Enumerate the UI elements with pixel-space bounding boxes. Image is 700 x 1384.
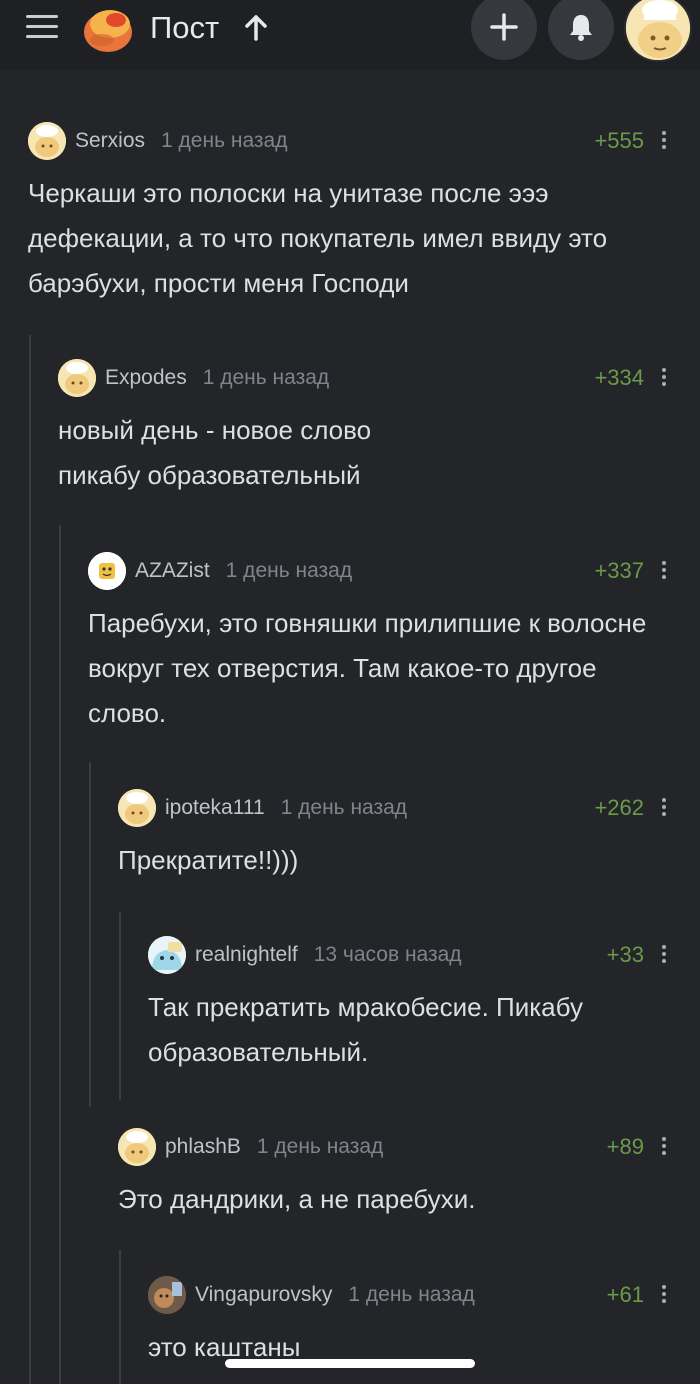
thread-line[interactable]: [119, 912, 121, 1100]
timestamp: 1 день назад: [161, 129, 288, 152]
comment-text[interactable]: новый день - новое слово пикабу образова…: [58, 408, 662, 498]
username[interactable]: realnightelf: [195, 943, 298, 967]
comment-text[interactable]: Черкаши это полоски на унитазе после эээ…: [28, 171, 648, 306]
avatar[interactable]: [88, 552, 126, 590]
comment-header: Expodes 1 день назад +334: [58, 358, 666, 398]
username[interactable]: Expodes: [105, 366, 187, 390]
more-options-icon[interactable]: [656, 558, 672, 584]
comment: phlashB 1 день назад +89 Это дандрики, а…: [118, 1127, 666, 1222]
comment: realnightelf 13 часов назад +33 Так прек…: [148, 935, 666, 1075]
avatar[interactable]: [118, 789, 156, 827]
more-options-icon[interactable]: [656, 942, 672, 968]
comment-header: Vingapurovsky 1 день назад +61: [148, 1275, 666, 1315]
thread-line[interactable]: [29, 335, 31, 1384]
rating: +262: [594, 795, 644, 820]
avatar[interactable]: [28, 122, 66, 160]
bell-icon: [570, 15, 592, 41]
arrow-up-icon[interactable]: [243, 14, 269, 42]
comment: Serxios 1 день назад +555 Черкаши это по…: [28, 121, 666, 306]
thread-line[interactable]: [59, 525, 61, 1384]
comment-text[interactable]: Прекратите!!))): [118, 838, 662, 883]
more-options-icon[interactable]: [656, 1134, 672, 1160]
comment-text[interactable]: Это дандрики, а не паребухи.: [118, 1177, 662, 1222]
comment: Expodes 1 день назад +334 новый день - н…: [58, 358, 666, 498]
timestamp: 1 день назад: [348, 1283, 475, 1306]
plus-icon: [490, 13, 518, 41]
comment: AZAZist 1 день назад +337 Паребухи, это …: [88, 551, 666, 736]
top-bar: Пост: [0, 0, 700, 70]
page-title: Пост: [150, 10, 220, 45]
username[interactable]: phlashB: [165, 1135, 241, 1159]
comment-header: Serxios 1 день назад +555: [28, 121, 666, 161]
comment-header: phlashB 1 день назад +89: [118, 1127, 666, 1167]
timestamp: 1 день назад: [256, 1135, 384, 1158]
rating: +61: [606, 1282, 644, 1307]
more-options-icon[interactable]: [656, 128, 672, 154]
more-options-icon[interactable]: [656, 1282, 672, 1308]
home-indicator[interactable]: [225, 1359, 475, 1368]
comment: ipoteka111 1 день назад +262 Прекратите!…: [118, 788, 666, 883]
comment-header: ipoteka111 1 день назад +262: [118, 788, 666, 828]
comment-text[interactable]: Паребухи, это говняшки прилипшие к волос…: [88, 601, 662, 736]
more-options-icon[interactable]: [656, 795, 672, 821]
comment-text[interactable]: Так прекратить мракобесие. Пикабу образо…: [148, 985, 662, 1075]
timestamp: 1 день назад: [280, 796, 408, 819]
more-options-icon[interactable]: [656, 365, 672, 391]
comment: Vingapurovsky 1 день назад +61 это кашта…: [148, 1275, 666, 1370]
comment-header: AZAZist 1 день назад +337: [88, 551, 666, 591]
comment-header: realnightelf 13 часов назад +33: [148, 935, 666, 975]
avatar[interactable]: [148, 1276, 186, 1314]
rating: +33: [606, 942, 644, 967]
add-post-button[interactable]: [471, 0, 537, 60]
timestamp: 1 день назад: [202, 366, 330, 389]
avatar[interactable]: [58, 359, 96, 397]
avatar[interactable]: [118, 1128, 156, 1166]
username[interactable]: AZAZist: [135, 559, 210, 583]
notifications-button[interactable]: [548, 0, 614, 60]
thread-line[interactable]: [119, 1250, 121, 1384]
timestamp: 13 часов назад: [313, 943, 462, 966]
thread-line[interactable]: [89, 762, 91, 1107]
username[interactable]: Vingapurovsky: [195, 1283, 332, 1307]
timestamp: 1 день назад: [225, 559, 353, 582]
menu-icon[interactable]: [26, 15, 60, 41]
user-avatar[interactable]: [624, 0, 692, 62]
username[interactable]: ipoteka111: [165, 796, 265, 820]
avatar[interactable]: [148, 936, 186, 974]
username[interactable]: Serxios: [75, 129, 145, 153]
rating: +334: [594, 365, 644, 390]
rating: +555: [594, 128, 644, 153]
pikabu-logo[interactable]: [80, 2, 136, 54]
rating: +337: [594, 558, 644, 583]
rating: +89: [606, 1134, 644, 1159]
